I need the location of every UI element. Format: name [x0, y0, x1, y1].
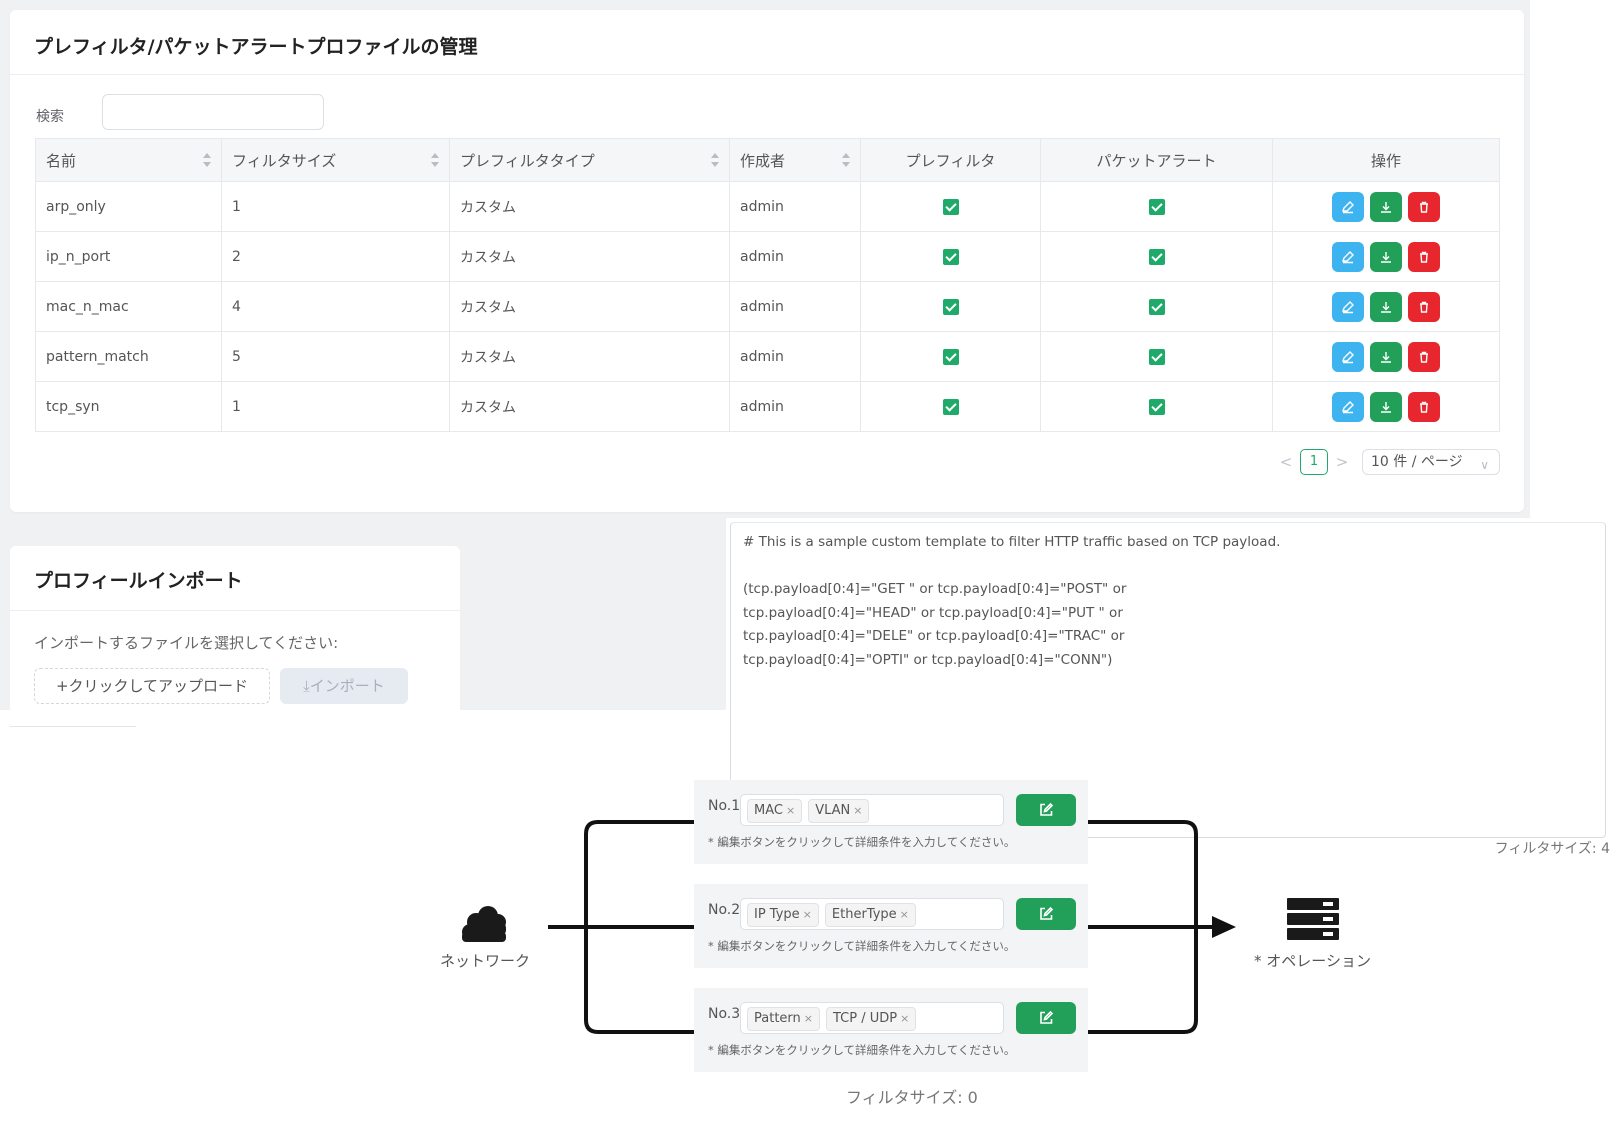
condition-tag: EtherType ×	[824, 903, 916, 927]
rule-number: No.3	[708, 1006, 741, 1022]
close-icon[interactable]: ×	[804, 1012, 813, 1025]
server-icon	[1287, 898, 1339, 944]
condition-tag-label: TCP / UDP	[833, 1011, 898, 1026]
rule-edit-button[interactable]	[1016, 898, 1076, 930]
close-icon[interactable]: ×	[803, 908, 812, 921]
rule-hint: * 編集ボタンをクリックして詳細条件を入力してください。	[708, 835, 1016, 849]
filter-rule-box: No.2 IP Type × EtherType × * 編集ボタンをクリックして詳細条件…	[694, 884, 1088, 968]
condition-tag: VLAN ×	[808, 799, 870, 823]
condition-tag: IP Type ×	[747, 903, 819, 927]
condition-tag-label: EtherType	[831, 907, 897, 922]
rule-edit-button[interactable]	[1016, 1002, 1076, 1034]
rule-hint: * 編集ボタンをクリックして詳細条件を入力してください。	[708, 939, 1016, 953]
cloud-network-icon	[460, 904, 510, 946]
close-icon[interactable]: ×	[900, 1012, 909, 1025]
condition-tag: MAC ×	[747, 799, 803, 823]
close-icon[interactable]: ×	[900, 908, 909, 921]
close-icon[interactable]: ×	[786, 804, 795, 817]
filter-rule-box: No.3 Pattern × TCP / UDP × * 編集ボタンをクリックして詳細条件…	[694, 988, 1088, 1072]
arrow-head	[1212, 916, 1236, 938]
condition-tag: TCP / UDP ×	[826, 1007, 917, 1031]
condition-tag: Pattern ×	[747, 1007, 820, 1031]
operation-label: * オペレーション	[1254, 952, 1371, 970]
condition-tag-label: Pattern	[754, 1011, 801, 1026]
condition-tags-input[interactable]: Pattern × TCP / UDP ×	[740, 1002, 1004, 1034]
filter-rule-box: No.1 MAC × VLAN × * 編集ボタンをクリックして詳細条件を入力してください…	[694, 780, 1088, 864]
condition-tag-label: VLAN	[815, 803, 851, 818]
rule-number: No.1	[708, 798, 741, 814]
rule-number: No.2	[708, 902, 741, 918]
condition-tags-input[interactable]: IP Type × EtherType ×	[740, 898, 1004, 930]
network-label: ネットワーク	[440, 952, 531, 970]
close-icon[interactable]: ×	[853, 804, 862, 817]
condition-tag-label: IP Type	[754, 907, 800, 922]
filter-size-label: フィルタサイズ: 0	[846, 1088, 978, 1107]
condition-tags-input[interactable]: MAC × VLAN ×	[740, 794, 1004, 826]
rule-hint: * 編集ボタンをクリックして詳細条件を入力してください。	[708, 1043, 1016, 1057]
condition-tag-label: MAC	[754, 803, 783, 818]
rule-edit-button[interactable]	[1016, 794, 1076, 826]
